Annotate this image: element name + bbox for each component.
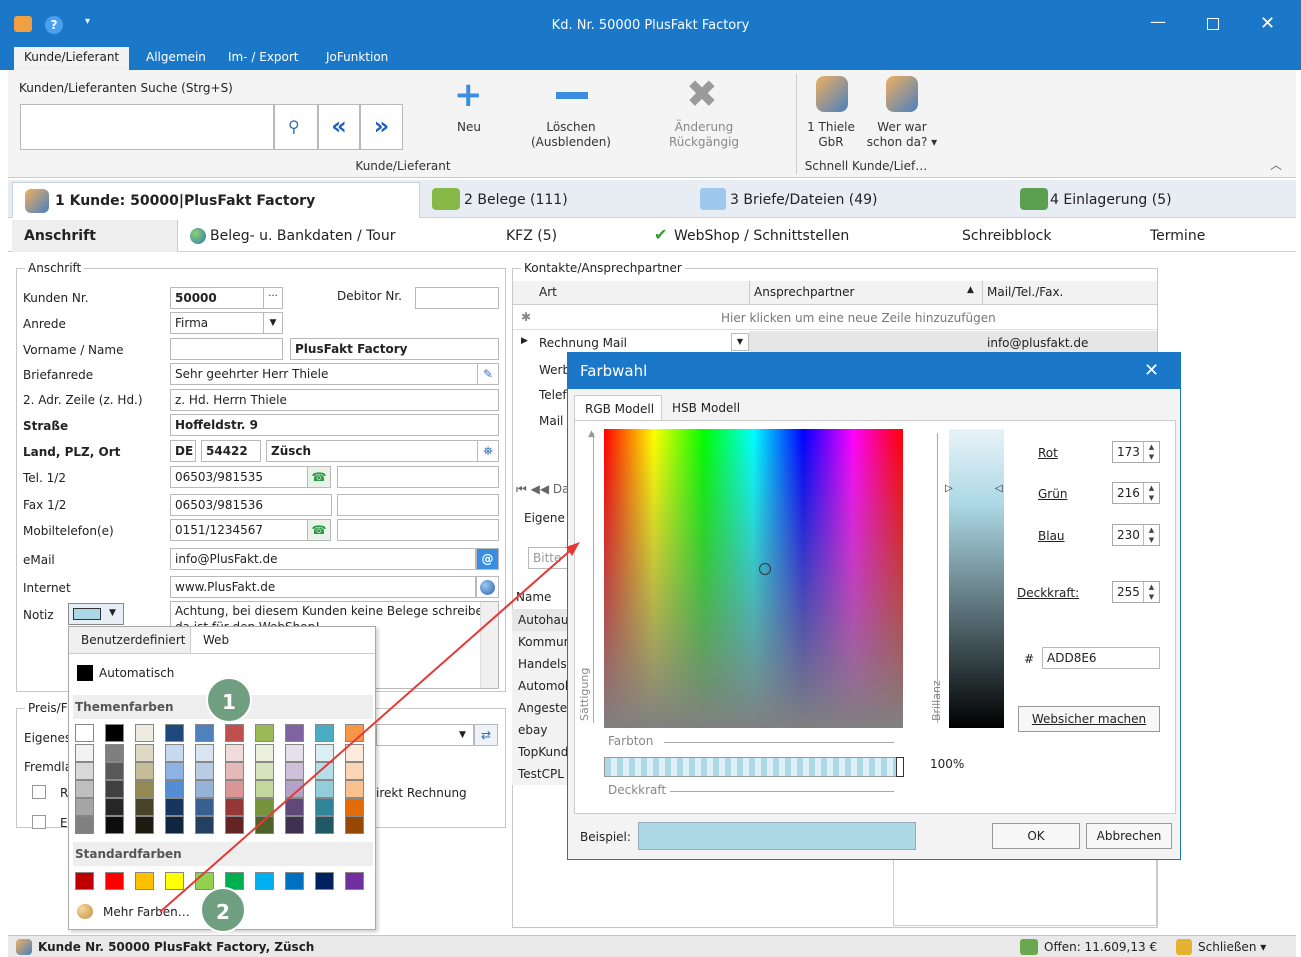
status-schliessen-icon [1176,939,1192,955]
step-badge-2: 2 [200,887,246,933]
status-text: Kunde Nr. 50000 PlusFakt Factory, Züsch [38,940,315,954]
annotation-arrow [159,542,580,913]
step-badge-1: 1 [206,677,252,723]
status-offen[interactable]: Offen: 11.609,13 € [1044,940,1157,954]
status-schliessen[interactable]: Schließen ▾ [1198,940,1266,954]
status-customer-icon [16,939,32,955]
status-bar: Kunde Nr. 50000 PlusFakt Factory, Züsch … [8,935,1296,957]
status-offen-icon [1020,939,1038,955]
